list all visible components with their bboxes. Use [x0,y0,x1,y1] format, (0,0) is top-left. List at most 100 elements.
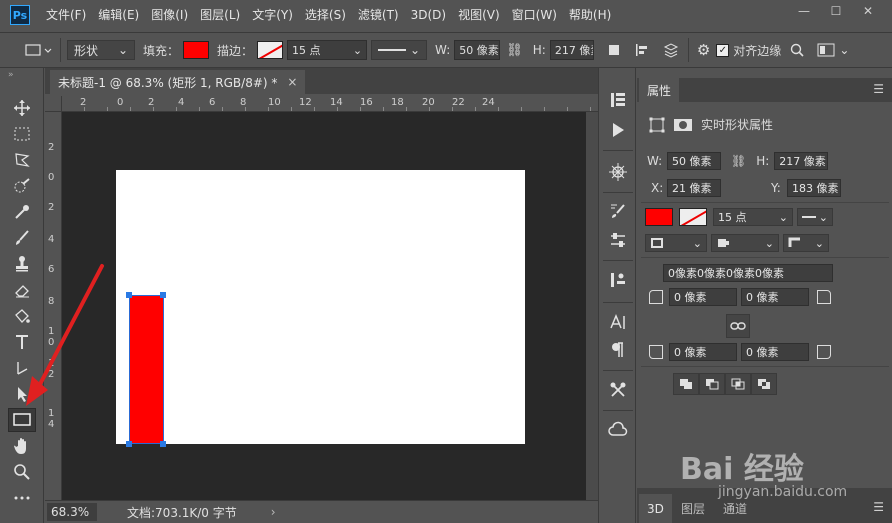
transform-handle[interactable] [160,292,166,298]
character-panel-icon[interactable] [605,310,631,334]
eraser-tool[interactable] [8,278,36,302]
close-button[interactable]: ✕ [852,0,884,22]
rectangle-tool[interactable] [8,408,36,432]
menu-filter[interactable]: 滤镜(T) [352,0,405,30]
move-tool[interactable] [8,96,36,120]
width-field[interactable]: 50 像素 [454,40,501,60]
stroke-type-dropdown[interactable]: ⌄ [371,40,428,60]
y-field[interactable]: 183 像素 [787,179,841,197]
menu-file[interactable]: 文件(F) [40,0,92,30]
close-tab-icon[interactable]: × [287,75,297,89]
paint-bucket-tool[interactable] [8,304,36,328]
link-corners-button[interactable] [726,314,750,338]
fill-color-swatch[interactable] [645,208,673,226]
zoom-level-field[interactable]: 68.3% [47,503,97,521]
history-panel-icon[interactable] [605,88,631,112]
stroke-type-dropdown[interactable]: ⌄ [797,208,833,226]
transform-handle[interactable] [126,441,132,447]
corner-radius-all-field[interactable]: 0像素0像素0像素0像素 [663,264,833,282]
zoom-tool[interactable] [8,460,36,484]
search-icon[interactable] [789,42,805,58]
more-tools-button[interactable] [8,486,36,510]
link-icon[interactable]: ⛓ [506,43,523,58]
direct-selection-tool[interactable] [8,382,36,406]
brushes-panel-icon[interactable] [605,200,631,224]
tool-preset-picker[interactable] [22,39,54,61]
width-label: W: [435,43,451,57]
clone-source-panel-icon[interactable] [605,268,631,292]
actions-panel-icon[interactable] [605,118,631,142]
corner-bottom-right-field[interactable]: 0 像素 [741,343,809,361]
chevron-down-icon[interactable]: ⌄ [839,43,849,57]
stroke-size-field[interactable]: 15 点 ⌄ [713,208,793,226]
menu-layer[interactable]: 图层(L) [194,0,246,30]
x-field[interactable]: 21 像素 [667,179,721,197]
quick-selection-tool[interactable] [8,174,36,198]
panel-layout-icon [817,43,835,57]
ruler-tick-label: 1 2 [48,358,55,380]
exclude-shapes-button[interactable] [751,373,777,395]
gear-icon[interactable]: ⚙ [697,41,710,59]
panel-menu-icon[interactable]: ☰ [873,82,884,96]
menu-edit[interactable]: 编辑(E) [92,0,145,30]
vertical-scrollbar[interactable] [586,112,598,500]
status-menu-arrow[interactable]: › [271,505,276,519]
red-rectangle-shape[interactable] [129,295,164,444]
corner-bottom-left-field[interactable]: 0 像素 [669,343,737,361]
minimize-button[interactable]: — [788,0,820,22]
menu-image[interactable]: 图像(I) [145,0,194,30]
mode-dropdown[interactable]: 形状 ⌄ [67,40,135,60]
path-alignment-icon[interactable] [632,42,652,58]
transform-handle[interactable] [160,441,166,447]
height-field[interactable]: 217 像素 [774,152,829,170]
eyedropper-tool[interactable] [8,200,36,224]
stroke-corner-dropdown[interactable]: ⌄ [783,234,829,252]
link-icon[interactable]: ⛓ [731,154,746,168]
menu-window[interactable]: 窗口(W) [506,0,563,30]
transform-handle[interactable] [126,292,132,298]
stroke-cap-dropdown[interactable]: ⌄ [711,234,779,252]
path-selection-tool[interactable] [8,356,36,380]
stroke-align-dropdown[interactable]: ⌄ [645,234,707,252]
hand-tool[interactable] [8,434,36,458]
chevron-down-icon: ⌄ [764,236,774,250]
stroke-color-swatch[interactable] [679,208,707,226]
properties-tab[interactable]: 属性 [639,78,680,102]
collapse-arrows-icon[interactable]: » [8,70,14,80]
document-canvas[interactable] [116,170,525,444]
menu-view[interactable]: 视图(V) [452,0,506,30]
paragraph-panel-icon[interactable] [605,338,631,362]
path-operations-icon[interactable] [604,43,624,57]
navigator-panel-icon[interactable] [605,160,631,184]
libraries-panel-icon[interactable] [605,418,631,442]
ruler-vertical: 2 0 2 4 6 8 1 0 1 2 1 4 [45,112,62,500]
menu-type[interactable]: 文字(Y) [246,0,299,30]
stroke-size-field[interactable]: 15 点 ⌄ [287,40,368,60]
link-icon [730,322,746,330]
baidu-watermark: Bai 经验 jingyan.baidu.com [660,422,890,512]
type-tool[interactable] [8,330,36,354]
menu-select[interactable]: 选择(S) [299,0,352,30]
width-field[interactable]: 50 像素 [667,152,721,170]
maximize-button[interactable]: ☐ [820,0,852,22]
combine-shapes-button[interactable] [673,373,699,395]
adjustments-panel-icon[interactable] [605,228,631,252]
subtract-shapes-button[interactable] [699,373,725,395]
corner-top-right-field[interactable]: 0 像素 [741,288,809,306]
fill-color-swatch[interactable] [183,41,210,59]
menu-3d[interactable]: 3D(D) [405,0,452,30]
menu-help[interactable]: 帮助(H) [563,0,617,30]
brush-tool[interactable] [8,226,36,250]
height-field[interactable]: 217 像素 [549,40,594,60]
tools-panel-icon[interactable] [605,378,631,402]
path-arrangement-icon[interactable] [660,42,682,58]
lasso-tool[interactable] [8,148,36,172]
workspace-icon[interactable] [817,43,835,57]
corner-top-left-field[interactable]: 0 像素 [669,288,737,306]
document-tab[interactable]: 未标题-1 @ 68.3% (矩形 1, RGB/8#) * × [50,70,306,94]
align-edges-checkbox[interactable]: ✓ [716,43,730,57]
marquee-tool[interactable] [8,122,36,146]
stamp-tool[interactable] [8,252,36,276]
intersect-shapes-button[interactable] [725,373,751,395]
stroke-color-swatch[interactable] [257,41,284,59]
